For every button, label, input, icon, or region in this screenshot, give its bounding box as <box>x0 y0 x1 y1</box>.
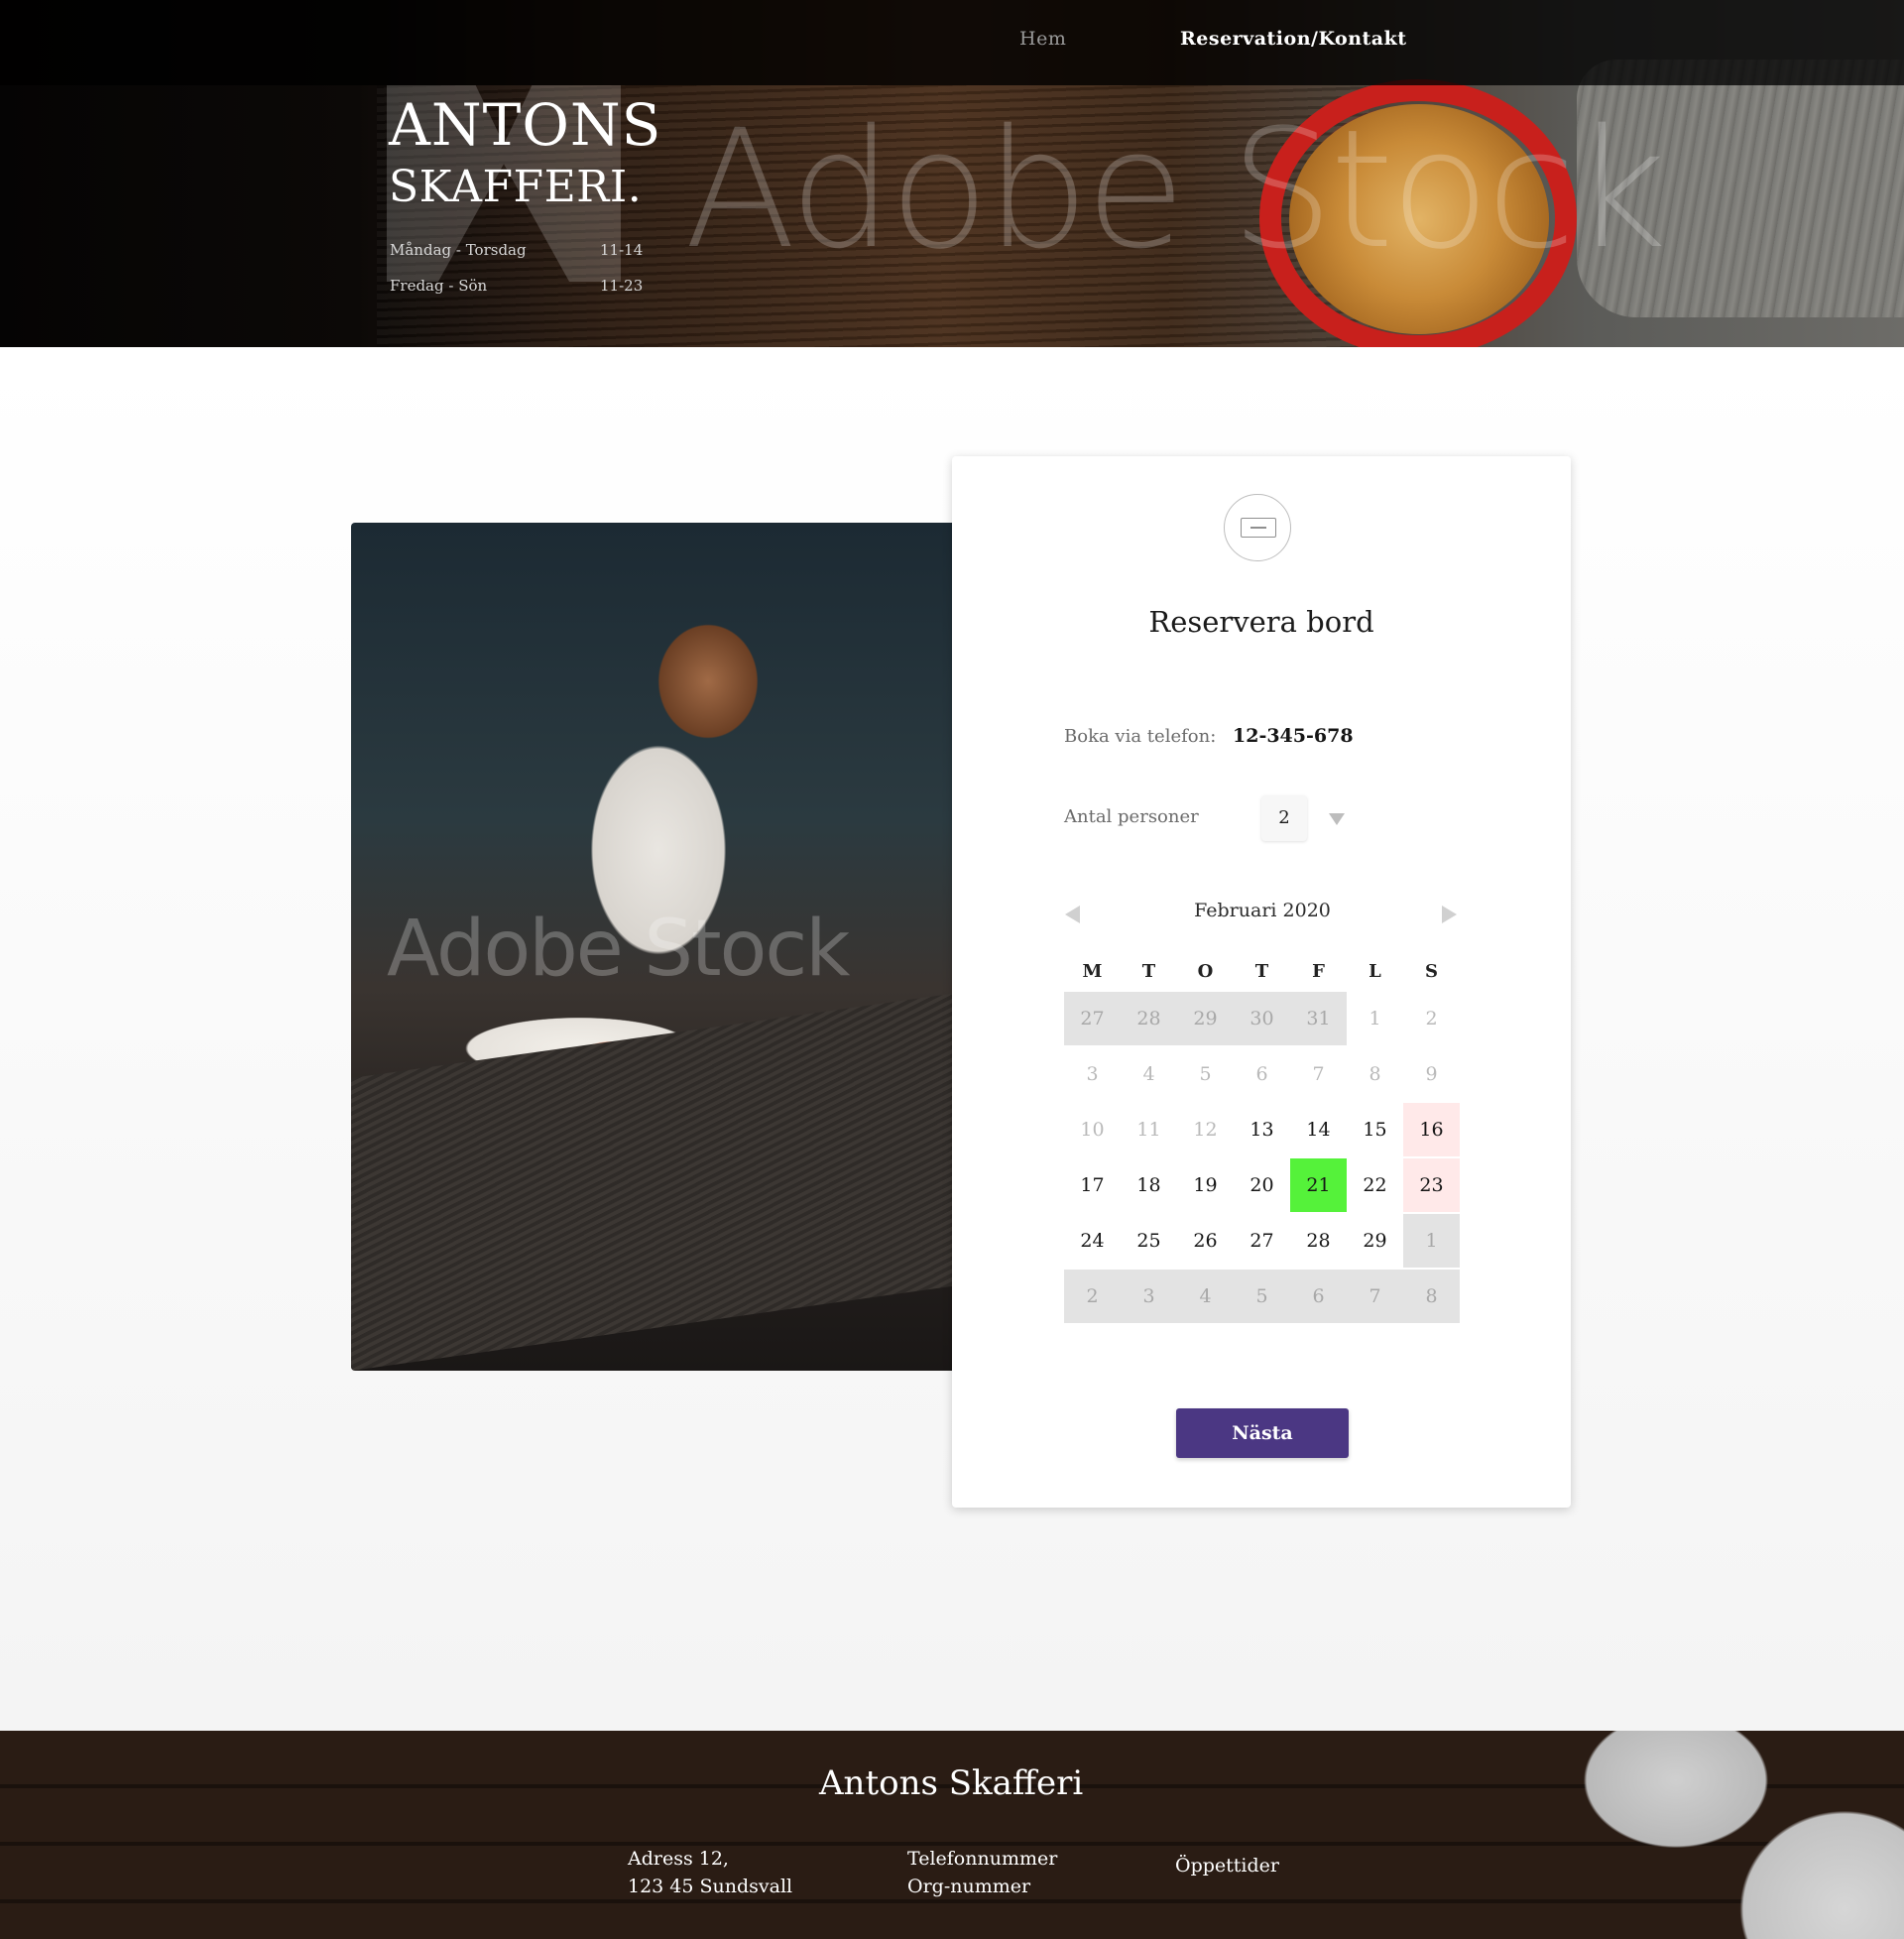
weekday-label: M <box>1082 961 1103 982</box>
calendar-day: 6 <box>1290 1270 1347 1323</box>
calendar-week-row: 17 18 19 20 21 22 23 <box>1064 1158 1460 1212</box>
guests-select[interactable]: 2 <box>1261 795 1307 841</box>
footer-phone: Telefonnummer <box>907 1848 1058 1870</box>
footer: Antons Skafferi Adress 12, 123 45 Sundsv… <box>0 1731 1904 1939</box>
hours-days-weekend: Fredag - Sön <box>390 277 488 295</box>
weekday-label: F <box>1312 961 1325 982</box>
footer-title: Antons Skafferi <box>819 1763 1084 1803</box>
hero-watermark: Adobe Stock <box>684 94 1667 285</box>
calendar-day: 27 <box>1064 992 1121 1045</box>
chef-photo: Adobe Stock <box>351 523 952 1371</box>
calendar-day[interactable]: 14 <box>1290 1103 1347 1156</box>
weekday-label: T <box>1254 961 1269 982</box>
kitchen-counter <box>351 993 952 1371</box>
footer-org-number: Org-nummer <box>907 1876 1031 1897</box>
calendar-week-row: 2345678 <box>1064 1270 1460 1323</box>
chevron-down-icon[interactable] <box>1329 813 1345 825</box>
calendar-day: 6 <box>1255 1063 1268 1085</box>
calendar-day[interactable]: 24 <box>1064 1214 1121 1268</box>
calendar-day: 3 <box>1121 1270 1177 1323</box>
calendar-day: 4 <box>1142 1063 1155 1085</box>
calendar-day[interactable]: 16 <box>1403 1103 1460 1156</box>
calendar-day: 5 <box>1234 1270 1290 1323</box>
calendar-day: 7 <box>1312 1063 1325 1085</box>
weekday-label: L <box>1368 961 1381 982</box>
calendar-day[interactable]: 28 <box>1290 1214 1347 1268</box>
next-button[interactable]: Nästa <box>1176 1408 1349 1458</box>
calendar-day[interactable]: 23 <box>1403 1158 1460 1212</box>
calendar-day: 30 <box>1234 992 1290 1045</box>
brand-title-line1: ANTONS <box>389 91 662 159</box>
weekday-label: S <box>1425 961 1438 982</box>
calendar-week-row: 3 4 5 6 7 8 9 <box>1064 1047 1460 1101</box>
calendar-day: 1 <box>1368 1008 1381 1030</box>
next-month-arrow-icon[interactable] <box>1442 906 1457 923</box>
calendar-week-row: 10 11 12 13 14 15 16 <box>1064 1103 1460 1156</box>
calendar-day-selected[interactable]: 21 <box>1290 1158 1347 1212</box>
calendar-day[interactable]: 20 <box>1234 1158 1290 1212</box>
weekday-label: T <box>1141 961 1156 982</box>
calendar-day: 4 <box>1177 1270 1234 1323</box>
calendar-day: 7 <box>1347 1270 1403 1323</box>
calendar-week-row: 24 25 26 27 28 29 1 <box>1064 1214 1460 1268</box>
calendar-grid: M T O T F L S 27 28 29 30 31 1 2 3 4 5 6 7 8 9 10 11 12 1… <box>1064 952 1460 1323</box>
calendar-day[interactable]: 13 <box>1234 1103 1290 1156</box>
calendar-day[interactable]: 18 <box>1121 1158 1177 1212</box>
reservation-title: Reservera bord <box>1148 605 1374 639</box>
footer-address-line2: 123 45 Sundsvall <box>628 1876 793 1897</box>
calendar-day: 31 <box>1290 992 1347 1045</box>
calendar-day[interactable]: 15 <box>1347 1103 1403 1156</box>
calendar-day: 5 <box>1199 1063 1212 1085</box>
top-navbar: Hem Reservation/Kontakt <box>0 0 1904 85</box>
calendar-day: 10 <box>1080 1119 1105 1141</box>
calendar-day[interactable]: 29 <box>1347 1214 1403 1268</box>
calendar-month-label: Februari 2020 <box>1194 900 1331 921</box>
calendar-day: 11 <box>1136 1119 1161 1141</box>
calendar-day: 3 <box>1086 1063 1099 1085</box>
nav-home-link[interactable]: Hem <box>1019 28 1066 50</box>
hero-banner: Adobe Stock Hem Reservation/Kontakt ANTO… <box>0 0 1904 347</box>
calendar-weeks: 27 28 29 30 31 1 2 3 4 5 6 7 8 9 10 11 12 13 14 15 16 17 18 19 2… <box>1064 992 1460 1323</box>
phone-label: Boka via telefon: <box>1064 726 1217 747</box>
calendar-day: 28 <box>1121 992 1177 1045</box>
calendar-day: 8 <box>1368 1063 1381 1085</box>
phone-number: 12-345-678 <box>1233 725 1354 747</box>
reservation-card: Reservera bord Boka via telefon: 12-345-… <box>952 456 1571 1508</box>
calendar-day: 12 <box>1193 1119 1218 1141</box>
footer-opening-hours-link[interactable]: Öppettider <box>1175 1855 1279 1877</box>
calendar-day[interactable]: 26 <box>1177 1214 1234 1268</box>
calendar-day: 29 <box>1177 992 1234 1045</box>
calendar-day[interactable]: 25 <box>1121 1214 1177 1268</box>
calendar-day: 1 <box>1403 1214 1460 1268</box>
calendar-day[interactable]: 27 <box>1234 1214 1290 1268</box>
brand-title-line2: SKAFFERI. <box>389 162 643 212</box>
calendar-day[interactable]: 19 <box>1177 1158 1234 1212</box>
calendar-day: 2 <box>1064 1270 1121 1323</box>
ticket-icon <box>1224 494 1291 561</box>
guests-label: Antal personer <box>1064 806 1199 827</box>
hours-time-weekday: 11-14 <box>600 241 644 259</box>
nav-reservation-link[interactable]: Reservation/Kontakt <box>1180 28 1407 50</box>
calendar-day[interactable]: 22 <box>1347 1158 1403 1212</box>
footer-address-line1: Adress 12, <box>628 1848 729 1870</box>
calendar-day: 9 <box>1425 1063 1438 1085</box>
calendar-day[interactable]: 17 <box>1064 1158 1121 1212</box>
calendar-week-row: 27 28 29 30 31 1 2 <box>1064 992 1460 1045</box>
hours-time-weekend: 11-23 <box>600 277 644 295</box>
calendar-day: 8 <box>1403 1270 1460 1323</box>
calendar-weekday-header: M T O T F L S <box>1064 952 1460 992</box>
photo-watermark: Adobe Stock <box>387 905 850 994</box>
weekday-label: O <box>1197 961 1214 982</box>
calendar-day: 2 <box>1425 1008 1438 1030</box>
hours-days-weekday: Måndag - Torsdag <box>390 241 527 259</box>
